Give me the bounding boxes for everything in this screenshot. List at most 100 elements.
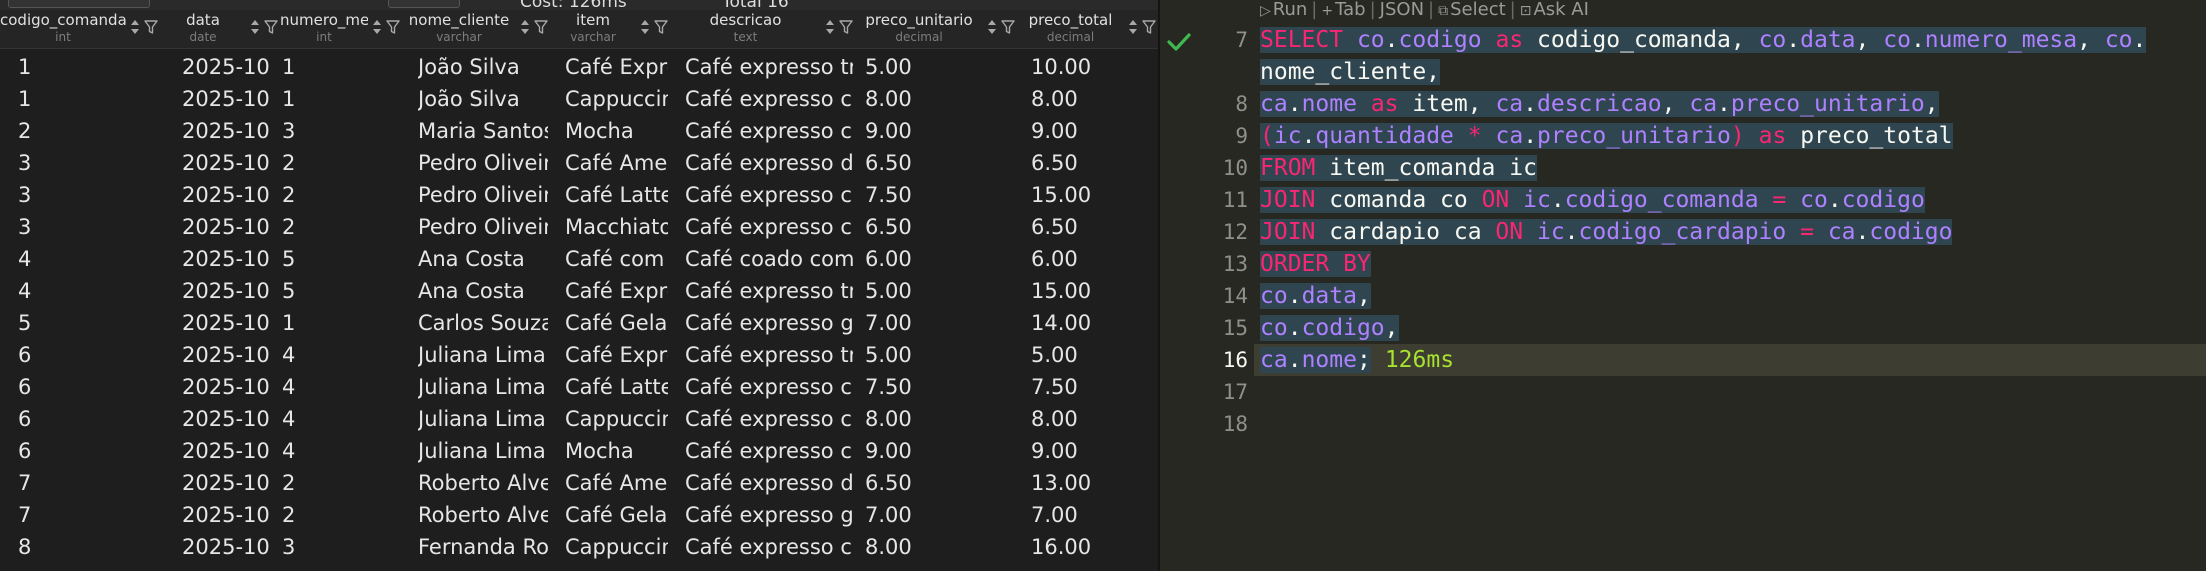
cell-codigo-comanda[interactable]: 6 <box>18 339 158 371</box>
cell-item[interactable]: Café Gelac <box>565 499 668 531</box>
sort-icon[interactable] <box>823 18 837 36</box>
sql-editor[interactable]: ▷ Run | + Tab | JSON | ⧉ Select | ⊡ Ask AI 7 SELECT c… <box>1160 0 2206 571</box>
sort-icon[interactable] <box>1126 18 1140 36</box>
filter-icon[interactable] <box>534 19 548 37</box>
table-row[interactable]: 8 2025-10 3 Fernanda Ro Cappuccin Café expres… <box>0 531 1158 563</box>
table-row[interactable]: 3 2025-10 2 Pedro Oliveir Café Latte Café exp… <box>0 179 1158 211</box>
filter-icon[interactable] <box>1001 19 1015 37</box>
cell-data[interactable]: 2025-10 <box>182 467 278 499</box>
cell-codigo-comanda[interactable]: 8 <box>18 531 158 563</box>
cell-item[interactable]: Café Latte <box>565 371 668 403</box>
cell-item[interactable]: Mocha <box>565 435 668 467</box>
sort-icon[interactable] <box>370 18 384 36</box>
table-row[interactable]: 2 2025-10 3 Maria Santos Mocha Café expresso … <box>0 115 1158 147</box>
cell-data[interactable]: 2025-10 <box>182 339 278 371</box>
cell-descricao[interactable]: Café expresso c <box>685 179 853 211</box>
cell-preco-total[interactable]: 9.00 <box>1031 115 1156 147</box>
cell-numero-mesa[interactable]: 5 <box>282 243 400 275</box>
cell-preco-total[interactable]: 5.00 <box>1031 339 1156 371</box>
cell-preco-unitario[interactable]: 7.50 <box>865 179 1015 211</box>
cell-codigo-comanda[interactable]: 1 <box>18 51 158 83</box>
table-row[interactable]: 3 2025-10 2 Pedro Oliveir Café Amer Café expr… <box>0 147 1158 179</box>
cell-preco-unitario[interactable]: 5.00 <box>865 275 1015 307</box>
table-row[interactable]: 1 2025-10 1 João Silva Cappuccin Café express… <box>0 83 1158 115</box>
code-line[interactable]: JOIN cardapio ca ON ic.codigo_cardapio =… <box>1260 216 1953 248</box>
cell-item[interactable]: Café Amer <box>565 147 668 179</box>
cell-data[interactable]: 2025-10 <box>182 83 278 115</box>
column-header-descricao[interactable]: descricao text <box>670 10 855 48</box>
cell-nome-cliente[interactable]: Maria Santos <box>418 115 548 147</box>
cell-data[interactable]: 2025-10 <box>182 307 278 339</box>
tab-action[interactable]: + Tab <box>1321 0 1365 21</box>
cell-preco-total[interactable]: 8.00 <box>1031 83 1156 115</box>
cell-numero-mesa[interactable]: 1 <box>282 51 400 83</box>
table-row[interactable]: 7 2025-10 2 Roberto Alve Café Gelac Café expr… <box>0 499 1158 531</box>
cell-item[interactable]: Café Amer <box>565 467 668 499</box>
code-line[interactable]: FROM item_comanda ic <box>1260 152 1537 184</box>
cell-numero-mesa[interactable]: 1 <box>282 307 400 339</box>
toolbar-chip[interactable] <box>8 0 150 8</box>
cell-preco-total[interactable]: 10.00 <box>1031 51 1156 83</box>
cell-nome-cliente[interactable]: Fernanda Ro <box>418 531 548 563</box>
cell-item[interactable]: Café Expre <box>565 339 668 371</box>
cell-descricao[interactable]: Café expresso c <box>685 435 853 467</box>
cell-codigo-comanda[interactable]: 5 <box>18 307 158 339</box>
cell-codigo-comanda[interactable]: 1 <box>18 83 158 115</box>
cell-codigo-comanda[interactable]: 7 <box>18 467 158 499</box>
cell-codigo-comanda[interactable]: 7 <box>18 499 158 531</box>
cell-codigo-comanda[interactable]: 6 <box>18 403 158 435</box>
code-line[interactable]: SELECT co.codigo as codigo_comanda, co.d… <box>1260 24 2147 56</box>
cell-descricao[interactable]: Café expresso c <box>685 371 853 403</box>
cell-data[interactable]: 2025-10 <box>182 211 278 243</box>
cell-item[interactable]: Cappuccin <box>565 403 668 435</box>
table-row[interactable]: 3 2025-10 2 Pedro Oliveir Macchiato Café expr… <box>0 211 1158 243</box>
cell-preco-total[interactable]: 16.00 <box>1031 531 1156 563</box>
cell-descricao[interactable]: Café expresso g <box>685 499 853 531</box>
cell-nome-cliente[interactable]: Roberto Alve <box>418 467 548 499</box>
cell-data[interactable]: 2025-10 <box>182 275 278 307</box>
cell-codigo-comanda[interactable]: 4 <box>18 275 158 307</box>
run-action[interactable]: ▷ Run <box>1260 0 1307 21</box>
cell-preco-unitario[interactable]: 8.00 <box>865 403 1015 435</box>
cell-preco-unitario[interactable]: 7.00 <box>865 307 1015 339</box>
cell-codigo-comanda[interactable]: 6 <box>18 371 158 403</box>
cell-codigo-comanda[interactable]: 3 <box>18 179 158 211</box>
cell-codigo-comanda[interactable]: 6 <box>18 435 158 467</box>
cell-codigo-comanda[interactable]: 4 <box>18 243 158 275</box>
cell-preco-total[interactable]: 15.00 <box>1031 275 1156 307</box>
cell-preco-unitario[interactable]: 6.00 <box>865 243 1015 275</box>
cell-preco-unitario[interactable]: 9.00 <box>865 115 1015 147</box>
cell-descricao[interactable]: Café expresso c <box>685 83 853 115</box>
cell-preco-unitario[interactable]: 9.00 <box>865 435 1015 467</box>
column-header-preco-total[interactable]: preco_total decimal <box>1017 10 1158 48</box>
cell-preco-total[interactable]: 6.00 <box>1031 243 1156 275</box>
cell-numero-mesa[interactable]: 4 <box>282 371 400 403</box>
cell-preco-unitario[interactable]: 8.00 <box>865 531 1015 563</box>
code-line[interactable]: JOIN comanda co ON ic.codigo_comanda = c… <box>1260 184 1925 216</box>
cell-nome-cliente[interactable]: Ana Costa <box>418 275 548 307</box>
cell-codigo-comanda[interactable]: 3 <box>18 147 158 179</box>
cell-descricao[interactable]: Café expresso d <box>685 147 853 179</box>
cell-nome-cliente[interactable]: Juliana Lima <box>418 339 548 371</box>
cell-descricao[interactable]: Café expresso tr <box>685 275 853 307</box>
cell-numero-mesa[interactable]: 2 <box>282 467 400 499</box>
cell-numero-mesa[interactable]: 3 <box>282 115 400 147</box>
table-row[interactable]: 4 2025-105 Ana Costa Café Expre Café express… <box>0 275 1158 307</box>
cell-descricao[interactable]: Café coado com <box>685 243 853 275</box>
cell-preco-total[interactable]: 13.00 <box>1031 467 1156 499</box>
cell-preco-unitario[interactable]: 6.50 <box>865 211 1015 243</box>
cell-descricao[interactable]: Café expresso g <box>685 307 853 339</box>
cell-preco-total[interactable]: 7.00 <box>1031 499 1156 531</box>
sort-icon[interactable] <box>128 18 142 36</box>
cell-data[interactable]: 2025-10 <box>182 147 278 179</box>
cell-preco-total[interactable]: 7.50 <box>1031 371 1156 403</box>
cell-data[interactable]: 2025-10 <box>182 179 278 211</box>
cell-numero-mesa[interactable]: 5 <box>282 275 400 307</box>
cell-numero-mesa[interactable]: 4 <box>282 403 400 435</box>
cell-item[interactable]: Café Latte <box>565 179 668 211</box>
table-row[interactable]: 4 2025-10 5 Ana Costa Café com I Café coado c… <box>0 243 1158 275</box>
cell-preco-total[interactable]: 9.00 <box>1031 435 1156 467</box>
sort-icon[interactable] <box>638 18 652 36</box>
column-header-item[interactable]: item varchar <box>550 10 670 48</box>
cell-numero-mesa[interactable]: 2 <box>282 179 400 211</box>
